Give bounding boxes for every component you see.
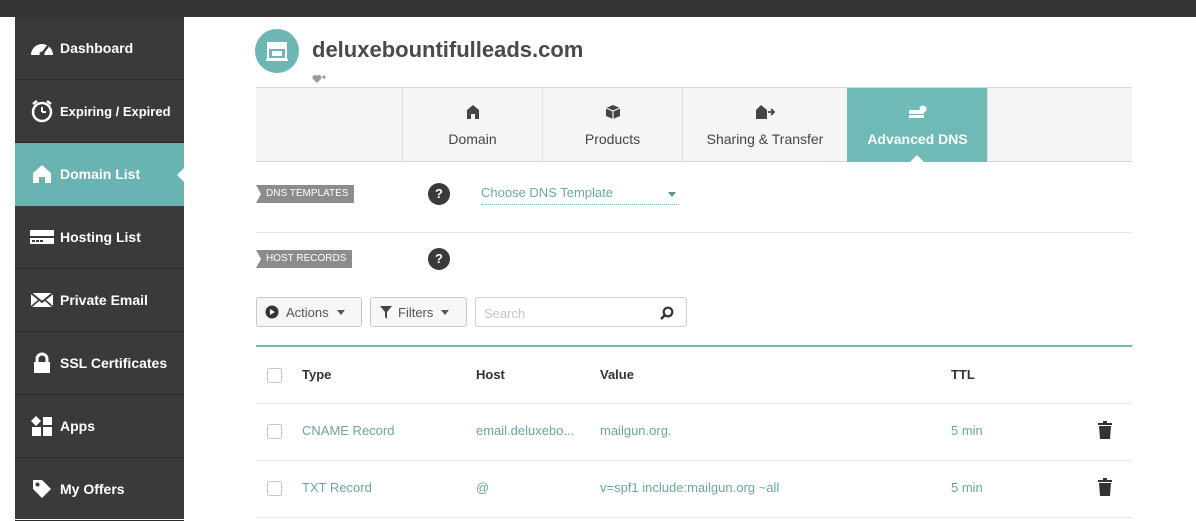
domain-store-icon — [255, 29, 299, 73]
host-records-help-button[interactable]: ? — [428, 248, 450, 270]
sidebar-item-label: Domain List — [60, 166, 141, 182]
tag-icon — [27, 478, 57, 500]
row-checkbox[interactable] — [267, 424, 282, 439]
clock-icon — [27, 99, 57, 123]
search-icon[interactable] — [660, 305, 674, 324]
dns-template-select[interactable]: Choose DNS Template — [481, 185, 679, 205]
tab-advanced-dns[interactable]: Advanced DNS — [847, 88, 987, 163]
table-row[interactable]: TXT Record @ v=spf1 include:mailgun.org … — [256, 461, 1132, 518]
sidebar-item-label: Private Email — [60, 292, 148, 308]
main-content: deluxebountifulleads.com Domain Products… — [184, 17, 1196, 519]
column-header-type[interactable]: Type — [302, 367, 331, 382]
filters-label: Filters — [398, 304, 434, 320]
actions-dropdown[interactable]: Actions — [256, 297, 362, 327]
lock-icon — [27, 352, 57, 374]
select-all-checkbox[interactable] — [267, 368, 282, 383]
sidebar-item-domain-list[interactable]: Domain List — [15, 143, 185, 206]
tab-domain[interactable]: Domain — [402, 88, 542, 162]
chevron-down-icon — [441, 309, 450, 315]
sidebar-item-apps[interactable]: Apps — [15, 395, 184, 458]
sidebar-item-private-email[interactable]: Private Email — [15, 269, 184, 332]
tab-label: Advanced DNS — [867, 131, 968, 147]
filters-dropdown[interactable]: Filters — [370, 297, 467, 327]
sidebar-item-label: SSL Certificates — [60, 355, 168, 371]
sidebar-item-ssl-certificates[interactable]: SSL Certificates — [15, 332, 184, 395]
record-host: email.deluxebo... — [476, 423, 575, 438]
tab-label: Products — [584, 131, 641, 147]
play-circle-icon — [265, 305, 279, 319]
table-row[interactable]: CNAME Record email.deluxebo... mailgun.o… — [256, 404, 1132, 461]
record-type: TXT Record — [302, 480, 372, 495]
dns-templates-help-button[interactable]: ? — [428, 183, 450, 205]
add-favorite-icon[interactable] — [312, 69, 326, 88]
dns-template-select-value: Choose DNS Template — [481, 185, 613, 200]
sidebar-item-expiring[interactable]: Expiring / Expired — [15, 80, 184, 143]
column-header-value[interactable]: Value — [600, 367, 634, 382]
house-icon — [27, 163, 57, 185]
active-tab-indicator — [909, 155, 925, 163]
record-ttl: 5 min — [951, 423, 983, 438]
search-box — [475, 297, 687, 327]
tab-sharing-transfer[interactable]: Sharing & Transfer — [682, 88, 847, 162]
search-input[interactable] — [484, 304, 644, 322]
tab-label: Domain — [448, 131, 497, 147]
box-icon — [605, 103, 621, 121]
envelope-icon — [27, 291, 57, 309]
record-value: v=spf1 include:mailgun.org ~all — [600, 480, 780, 495]
column-header-ttl[interactable]: TTL — [951, 367, 975, 382]
record-ttl: 5 min — [951, 480, 983, 495]
sidebar-item-label: Hosting List — [60, 229, 141, 245]
record-type: CNAME Record — [302, 423, 395, 438]
row-checkbox[interactable] — [267, 481, 282, 496]
transfer-icon — [755, 103, 775, 121]
record-host: @ — [476, 480, 490, 495]
sidebar-item-my-offers[interactable]: My Offers — [15, 458, 184, 521]
tab-products[interactable]: Products — [542, 88, 682, 162]
filter-icon — [380, 305, 392, 319]
sidebar-item-hosting-list[interactable]: Hosting List — [15, 206, 184, 269]
top-bar — [0, 0, 1196, 17]
sidebar-item-label: My Offers — [60, 481, 125, 497]
host-records-tag: HOST RECORDS — [256, 250, 353, 268]
column-header-host[interactable]: Host — [476, 367, 505, 382]
house-icon — [466, 103, 480, 121]
speedometer-icon — [27, 38, 57, 58]
record-value: mailgun.org. — [600, 423, 672, 438]
chevron-down-icon — [336, 309, 345, 315]
page-title: deluxebountifulleads.com — [312, 37, 584, 62]
trash-icon[interactable] — [1098, 478, 1112, 500]
chevron-down-icon — [668, 192, 676, 197]
sidebar-item-label: Expiring / Expired — [60, 103, 171, 119]
tab-spacer — [987, 88, 1132, 162]
table-header-row: Type Host Value TTL — [256, 347, 1132, 404]
section-divider — [256, 232, 1132, 233]
sidebar-item-dashboard[interactable]: Dashboard — [15, 17, 184, 80]
server-icon — [27, 228, 57, 246]
sidebar: Dashboard Expiring / Expired Domain List… — [15, 17, 185, 521]
sidebar-item-label: Dashboard — [60, 40, 134, 56]
trash-icon[interactable] — [1098, 421, 1112, 443]
dns-server-icon — [908, 103, 928, 121]
sidebar-item-label: Apps — [60, 418, 95, 434]
actions-label: Actions — [286, 304, 329, 320]
apps-icon — [27, 415, 57, 437]
tab-label: Sharing & Transfer — [706, 131, 824, 147]
dns-templates-tag: DNS TEMPLATES — [256, 185, 355, 203]
tab-bar: Domain Products Sharing & Transfer Advan… — [256, 87, 1132, 163]
